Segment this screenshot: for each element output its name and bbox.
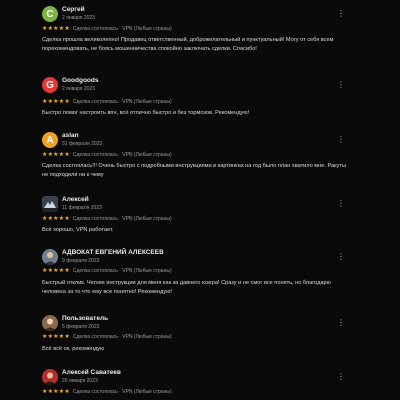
review-text: Сделка состоялась!!! Очень быстро с подр… xyxy=(42,163,346,178)
review-date: 2 января 2023 xyxy=(62,86,95,92)
deal-badge: Сделка состоялась · VPN (Любые страны) xyxy=(72,151,172,158)
avatar-letter: G xyxy=(46,79,54,91)
person-photo-icon xyxy=(42,249,58,265)
reviewer-name: Алексей Саватеев xyxy=(62,369,121,376)
review-date: 26 января 2023 xyxy=(62,378,98,384)
review-meta: ★★★★★ Сделка состоялась · VPN (Любые стр… xyxy=(42,151,172,159)
more-options-icon[interactable]: ⋮ xyxy=(336,252,346,262)
reviewer-name: АДВОКАТ ЕВГЕНИЙ АЛЕКСЕЕВ xyxy=(62,249,164,256)
reviewer-name: Пользователь xyxy=(62,315,109,322)
person-photo-icon xyxy=(42,315,58,331)
avatar xyxy=(42,196,58,212)
reviewer-name: Алексей xyxy=(62,196,89,203)
deal-badge: Сделка состоялась · VPN (Любые страны) xyxy=(72,215,172,222)
rating-stars: ★★★★★ xyxy=(42,334,70,340)
more-options-icon[interactable]: ⋮ xyxy=(336,9,346,19)
review-date: 31 февраля 2023 xyxy=(62,141,103,147)
review-meta: ★★★★★ Сделка состоялась · VPN (Любые стр… xyxy=(42,333,172,341)
review-date: 2 января 2023 xyxy=(62,15,95,21)
silhouette-picture-icon xyxy=(42,196,58,212)
avatar-letter: A xyxy=(46,134,54,146)
review-text: Всё всё ок, рекомендую xyxy=(42,346,105,352)
rating-stars: ★★★★★ xyxy=(42,268,70,274)
rating-stars: ★★★★★ xyxy=(42,389,70,395)
avatar xyxy=(42,249,58,265)
avatar: G xyxy=(42,77,58,93)
reviewer-name: Сергей xyxy=(62,6,85,13)
more-options-icon[interactable]: ⋮ xyxy=(336,80,346,90)
review-date: 11 февраля 2023 xyxy=(62,205,102,211)
avatar xyxy=(42,315,58,331)
review-meta: ★★★★★ Сделка состоялась · VPN (Любые стр… xyxy=(42,98,172,106)
avatar-letter: С xyxy=(46,8,54,20)
deal-badge: Сделка состоялась · VPN (Любые страны) xyxy=(72,333,172,340)
deal-badge: Сделка состоялась · VPN (Любые страны) xyxy=(72,388,172,395)
review-meta: ★★★★★ Сделка состоялась · VPN (Любые стр… xyxy=(42,25,172,33)
more-options-icon[interactable]: ⋮ xyxy=(336,372,346,382)
rating-stars: ★★★★★ xyxy=(42,99,70,105)
reviewer-name: aslan xyxy=(62,132,79,139)
review-text: Быстро помог настроить впн, всё отлично … xyxy=(42,110,250,116)
review-meta: ★★★★★ Сделка состоялась · VPN (Любые стр… xyxy=(42,388,172,396)
review-date: 9 февраля 2023 xyxy=(62,258,100,264)
review-date: 5 февраля 2023 xyxy=(62,324,100,330)
avatar xyxy=(42,369,58,385)
review-text: Всё хорошо, VPN работает. xyxy=(42,227,114,233)
deal-badge: Сделка состоялась · VPN (Любые страны) xyxy=(72,267,172,274)
reviews-feed: С Сергей 2 января 2023 ⋮ ★★★★★ Сделка со… xyxy=(0,0,400,400)
person-photo-icon xyxy=(42,369,58,385)
rating-stars: ★★★★★ xyxy=(42,152,70,158)
review-text: Сделка прошла великолепно! Продавец отве… xyxy=(42,37,334,52)
avatar: A xyxy=(42,132,58,148)
more-options-icon[interactable]: ⋮ xyxy=(336,135,346,145)
more-options-icon[interactable]: ⋮ xyxy=(336,199,346,209)
rating-stars: ★★★★★ xyxy=(42,216,70,222)
rating-stars: ★★★★★ xyxy=(42,26,70,32)
deal-badge: Сделка состоялась · VPN (Любые страны) xyxy=(72,98,172,105)
review-meta: ★★★★★ Сделка состоялась · VPN (Любые стр… xyxy=(42,215,172,223)
deal-badge: Сделка состоялась · VPN (Любые страны) xyxy=(72,25,172,32)
review-text: Быстрый отклик. Четкие инструкции для ме… xyxy=(42,280,331,295)
reviewer-name: Goodgoods xyxy=(62,77,99,84)
review-meta: ★★★★★ Сделка состоялась · VPN (Любые стр… xyxy=(42,267,172,275)
more-options-icon[interactable]: ⋮ xyxy=(336,318,346,328)
avatar: С xyxy=(42,6,58,22)
